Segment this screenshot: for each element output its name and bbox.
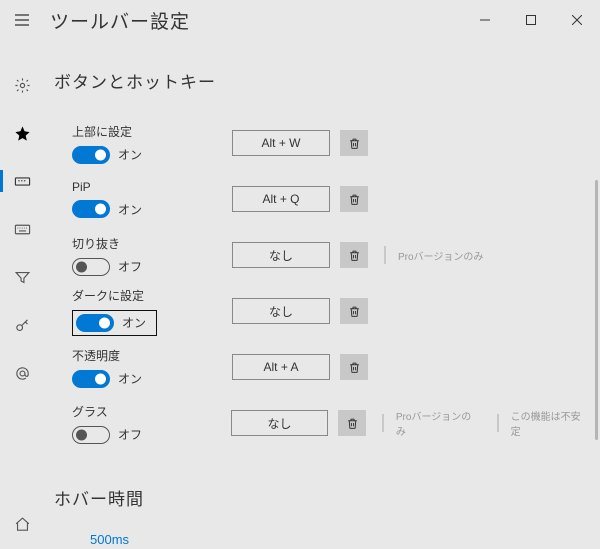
sidebar-item-filter[interactable] bbox=[0, 262, 44, 292]
content-area: ボタンとホットキー 上部に設定オン Alt + W PiP オン Alt + Q 切り抜き… bbox=[44, 40, 600, 549]
hotkey-field[interactable]: なし bbox=[231, 410, 328, 436]
clear-hotkey-button[interactable] bbox=[338, 410, 366, 436]
note-text: この機能は不安定 bbox=[511, 408, 590, 438]
hotkey-field[interactable]: Alt + A bbox=[232, 354, 330, 380]
sidebar-item-settings[interactable] bbox=[0, 70, 44, 100]
toggle-state-label: オフ bbox=[118, 426, 142, 443]
clear-hotkey-button[interactable] bbox=[340, 130, 368, 156]
sidebar-item-at[interactable] bbox=[0, 358, 44, 388]
sidebar-item-favorites[interactable] bbox=[0, 118, 44, 148]
hover-time-value: 500ms bbox=[54, 532, 590, 547]
trash-icon bbox=[348, 248, 361, 263]
trash-icon bbox=[348, 360, 361, 375]
trash-icon bbox=[348, 136, 361, 151]
trash-icon bbox=[348, 192, 361, 207]
setting-row: 不透明度オン Alt + A bbox=[72, 339, 590, 395]
setting-label: グラス bbox=[72, 403, 221, 420]
setting-label: 上部に設定 bbox=[72, 123, 222, 140]
trash-icon bbox=[348, 304, 361, 319]
setting-row: PiP オン Alt + Q bbox=[72, 171, 590, 227]
toggle-switch[interactable] bbox=[72, 258, 110, 276]
hotkey-field[interactable]: Alt + W bbox=[232, 130, 330, 156]
setting-label: PiP bbox=[72, 180, 222, 194]
sidebar-item-toolbar[interactable] bbox=[0, 166, 44, 196]
hamburger-menu[interactable] bbox=[0, 0, 44, 40]
page-title: ツールバー設定 bbox=[50, 7, 190, 34]
sidebar-item-keyboard[interactable] bbox=[0, 214, 44, 244]
toggle-state-label: オン bbox=[118, 370, 142, 387]
setting-row: グラスオフ なし Proバージョンのみこの機能は不安定 bbox=[72, 395, 590, 451]
setting-row: 上部に設定オン Alt + W bbox=[72, 115, 590, 171]
sidebar bbox=[0, 40, 44, 549]
note-text: Proバージョンのみ bbox=[398, 248, 483, 263]
setting-row: ダークに設定オン なし bbox=[72, 283, 590, 339]
scrollbar-thumb[interactable] bbox=[595, 180, 598, 440]
clear-hotkey-button[interactable] bbox=[340, 298, 368, 324]
maximize-button[interactable] bbox=[508, 4, 554, 36]
setting-label: ダークに設定 bbox=[72, 287, 222, 304]
toggle-switch[interactable] bbox=[76, 314, 114, 332]
close-button[interactable] bbox=[554, 4, 600, 36]
toggle-switch[interactable] bbox=[72, 370, 110, 388]
toggle-switch[interactable] bbox=[72, 426, 110, 444]
toggle-switch[interactable] bbox=[72, 200, 110, 218]
toggle-switch[interactable] bbox=[72, 146, 110, 164]
toggle-state-label: オン bbox=[118, 146, 142, 163]
note-divider bbox=[382, 414, 384, 432]
hotkey-field[interactable]: Alt + Q bbox=[232, 186, 330, 212]
toggle-state-label: オン bbox=[118, 201, 142, 218]
hotkey-field[interactable]: なし bbox=[232, 298, 330, 324]
setting-label: 不透明度 bbox=[72, 347, 222, 364]
sidebar-item-home[interactable] bbox=[0, 509, 44, 539]
toggle-state-label: オン bbox=[122, 314, 146, 331]
clear-hotkey-button[interactable] bbox=[340, 354, 368, 380]
setting-label: 切り抜き bbox=[72, 235, 222, 252]
note-text: Proバージョンのみ bbox=[396, 408, 481, 438]
trash-icon bbox=[346, 416, 359, 431]
toggle-state-label: オフ bbox=[118, 258, 142, 275]
sidebar-item-key[interactable] bbox=[0, 310, 44, 340]
minimize-button[interactable] bbox=[462, 4, 508, 36]
clear-hotkey-button[interactable] bbox=[340, 242, 368, 268]
section-title-hover: ホバー時間 bbox=[54, 485, 590, 510]
hotkey-field[interactable]: なし bbox=[232, 242, 330, 268]
section-title-buttons: ボタンとホットキー bbox=[54, 68, 590, 93]
note-divider bbox=[497, 414, 499, 432]
clear-hotkey-button[interactable] bbox=[340, 186, 368, 212]
note-divider bbox=[384, 246, 386, 264]
setting-row: 切り抜きオフ なし Proバージョンのみ bbox=[72, 227, 590, 283]
window-controls bbox=[462, 4, 600, 36]
titlebar: ツールバー設定 bbox=[0, 0, 600, 40]
